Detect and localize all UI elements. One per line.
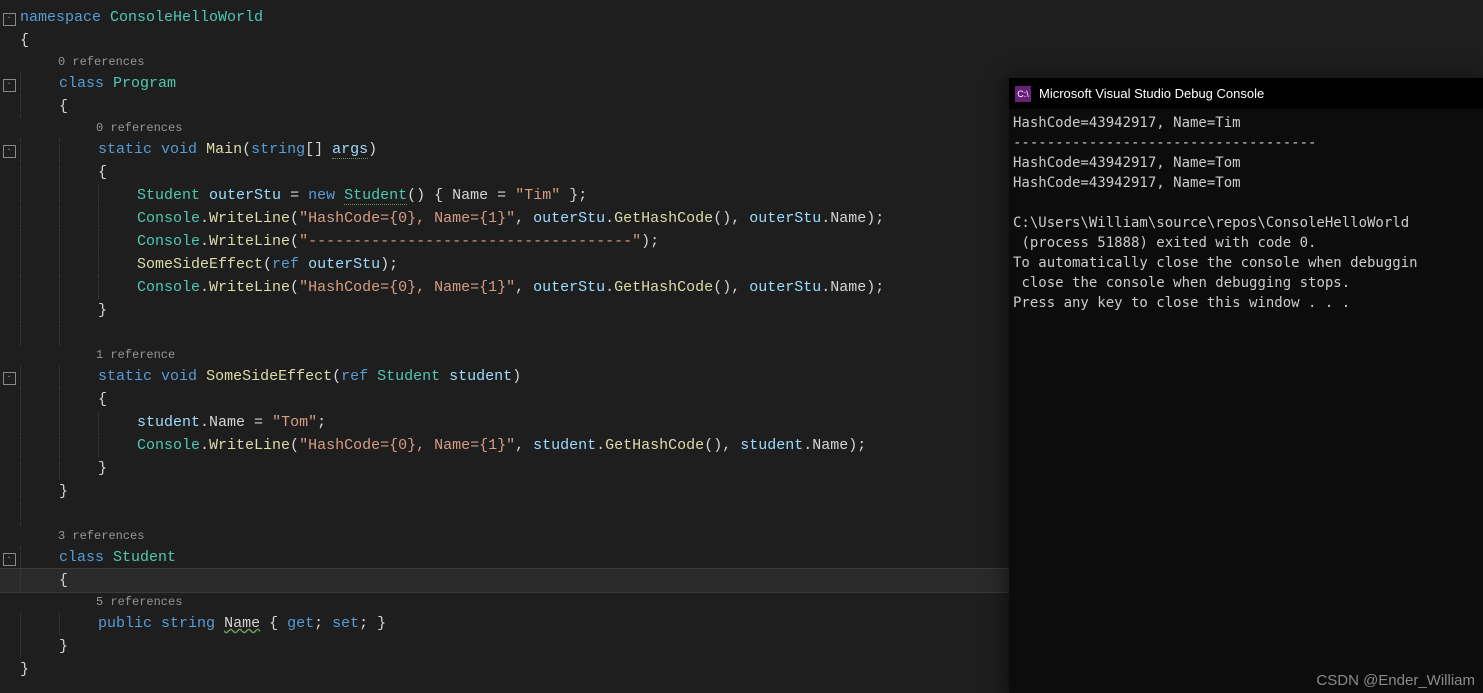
keyword-ref: ref — [272, 256, 299, 273]
console-line: close the console when debugging stops. — [1013, 275, 1350, 291]
string-tim: "Tim" — [515, 187, 560, 204]
brace-open: { — [20, 32, 29, 49]
type-student: Student — [137, 187, 200, 204]
type-console: Console — [137, 210, 200, 227]
call-sse: SomeSideEffect — [137, 256, 263, 273]
method-gethash: GetHashCode — [605, 437, 704, 454]
console-line: To automatically close the console when … — [1013, 255, 1418, 271]
keyword-string: string — [251, 141, 305, 158]
string-fmt: "HashCode={0}, Name={1}" — [299, 279, 515, 296]
ref-student: student — [740, 437, 803, 454]
ref-outerstu: outerStu — [749, 279, 821, 296]
keyword-static: static — [98, 368, 152, 385]
keyword-namespace: namespace — [20, 9, 101, 26]
keyword-string: string — [161, 615, 215, 632]
vs-console-icon: C:\ — [1015, 86, 1031, 102]
keyword-class: class — [59, 549, 104, 566]
console-line: HashCode=43942917, Name=Tom — [1013, 175, 1241, 191]
console-titlebar[interactable]: C:\ Microsoft Visual Studio Debug Consol… — [1009, 78, 1483, 109]
prop-name: Name — [209, 414, 245, 431]
method-gethash: GetHashCode — [614, 279, 713, 296]
prop-name-decl: Name — [224, 615, 260, 632]
prop-name: Name — [830, 279, 866, 296]
method-sse: SomeSideEffect — [206, 368, 332, 385]
param-args: args — [332, 141, 368, 159]
method-gethash: GetHashCode — [614, 210, 713, 227]
console-title-text: Microsoft Visual Studio Debug Console — [1039, 86, 1264, 101]
brace-open: { — [98, 391, 107, 408]
ref-student: student — [533, 437, 596, 454]
console-line: Press any key to close this window . . . — [1013, 295, 1350, 311]
codelens-references[interactable]: 5 references — [96, 595, 182, 609]
codelens-references[interactable]: 0 references — [58, 55, 144, 69]
fold-gutter[interactable]: - — [0, 6, 18, 29]
codelens-references[interactable]: 1 reference — [96, 348, 175, 362]
keyword-public: public — [98, 615, 152, 632]
method-main: Main — [206, 141, 242, 158]
fold-minus-icon[interactable]: - — [3, 553, 16, 566]
ref-student: student — [137, 414, 200, 431]
ref-outerstu: outerStu — [533, 210, 605, 227]
string-tom: "Tom" — [272, 414, 317, 431]
brace-close: } — [20, 661, 29, 678]
string-fmt: "HashCode={0}, Name={1}" — [299, 210, 515, 227]
class-student: Student — [113, 549, 176, 566]
type-console: Console — [137, 233, 200, 250]
keyword-get: get — [287, 615, 314, 632]
keyword-class: class — [59, 75, 104, 92]
codelens-references[interactable]: 3 references — [58, 529, 144, 543]
prop-name: Name — [452, 187, 488, 204]
brace-close: } — [98, 460, 107, 477]
console-line: C:\Users\William\source\repos\ConsoleHel… — [1013, 215, 1409, 231]
brace-close: } — [59, 483, 68, 500]
brace-open: { — [59, 98, 68, 115]
keyword-new: new — [308, 187, 335, 204]
method-writeline: WriteLine — [209, 437, 290, 454]
class-program: Program — [113, 75, 176, 92]
fold-gutter[interactable]: - — [0, 546, 18, 569]
console-line: ------------------------------------ — [1013, 135, 1316, 151]
method-writeline: WriteLine — [209, 210, 290, 227]
type-student: Student — [377, 368, 440, 385]
param-student: student — [449, 368, 512, 385]
keyword-ref: ref — [341, 368, 368, 385]
keyword-set: set — [332, 615, 359, 632]
namespace-name: ConsoleHelloWorld — [110, 9, 263, 26]
fold-gutter[interactable]: - — [0, 138, 18, 161]
ref-outerstu: outerStu — [749, 210, 821, 227]
fold-minus-icon[interactable]: - — [3, 13, 16, 26]
debug-console-window[interactable]: C:\ Microsoft Visual Studio Debug Consol… — [1009, 78, 1483, 693]
ref-outerstu: outerStu — [308, 256, 380, 273]
string-dashes: "------------------------------------" — [299, 233, 641, 250]
console-output[interactable]: HashCode=43942917, Name=Tim ------------… — [1009, 109, 1483, 317]
console-line: (process 51888) exited with code 0. — [1013, 235, 1316, 251]
fold-gutter[interactable]: - — [0, 72, 18, 95]
fold-minus-icon[interactable]: - — [3, 145, 16, 158]
watermark-text: CSDN @Ender_William — [1316, 672, 1475, 689]
brace-close: } — [98, 302, 107, 319]
brace-open: { — [98, 164, 107, 181]
string-fmt: "HashCode={0}, Name={1}" — [299, 437, 515, 454]
prop-name: Name — [830, 210, 866, 227]
type-console: Console — [137, 279, 200, 296]
method-writeline: WriteLine — [209, 233, 290, 250]
fold-minus-icon[interactable]: - — [3, 79, 16, 92]
console-line: HashCode=43942917, Name=Tim — [1013, 115, 1241, 131]
console-line: HashCode=43942917, Name=Tom — [1013, 155, 1241, 171]
keyword-void: void — [161, 368, 197, 385]
type-console: Console — [137, 437, 200, 454]
method-writeline: WriteLine — [209, 279, 290, 296]
brace-open: { — [59, 572, 68, 589]
prop-name: Name — [812, 437, 848, 454]
codelens-references[interactable]: 0 references — [96, 121, 182, 135]
keyword-static: static — [98, 141, 152, 158]
keyword-void: void — [161, 141, 197, 158]
ref-outerstu: outerStu — [533, 279, 605, 296]
var-outerstu: outerStu — [209, 187, 281, 204]
brace-close: } — [59, 638, 68, 655]
fold-minus-icon[interactable]: - — [3, 372, 16, 385]
fold-gutter[interactable]: - — [0, 365, 18, 388]
ctor-student: Student — [344, 187, 407, 205]
